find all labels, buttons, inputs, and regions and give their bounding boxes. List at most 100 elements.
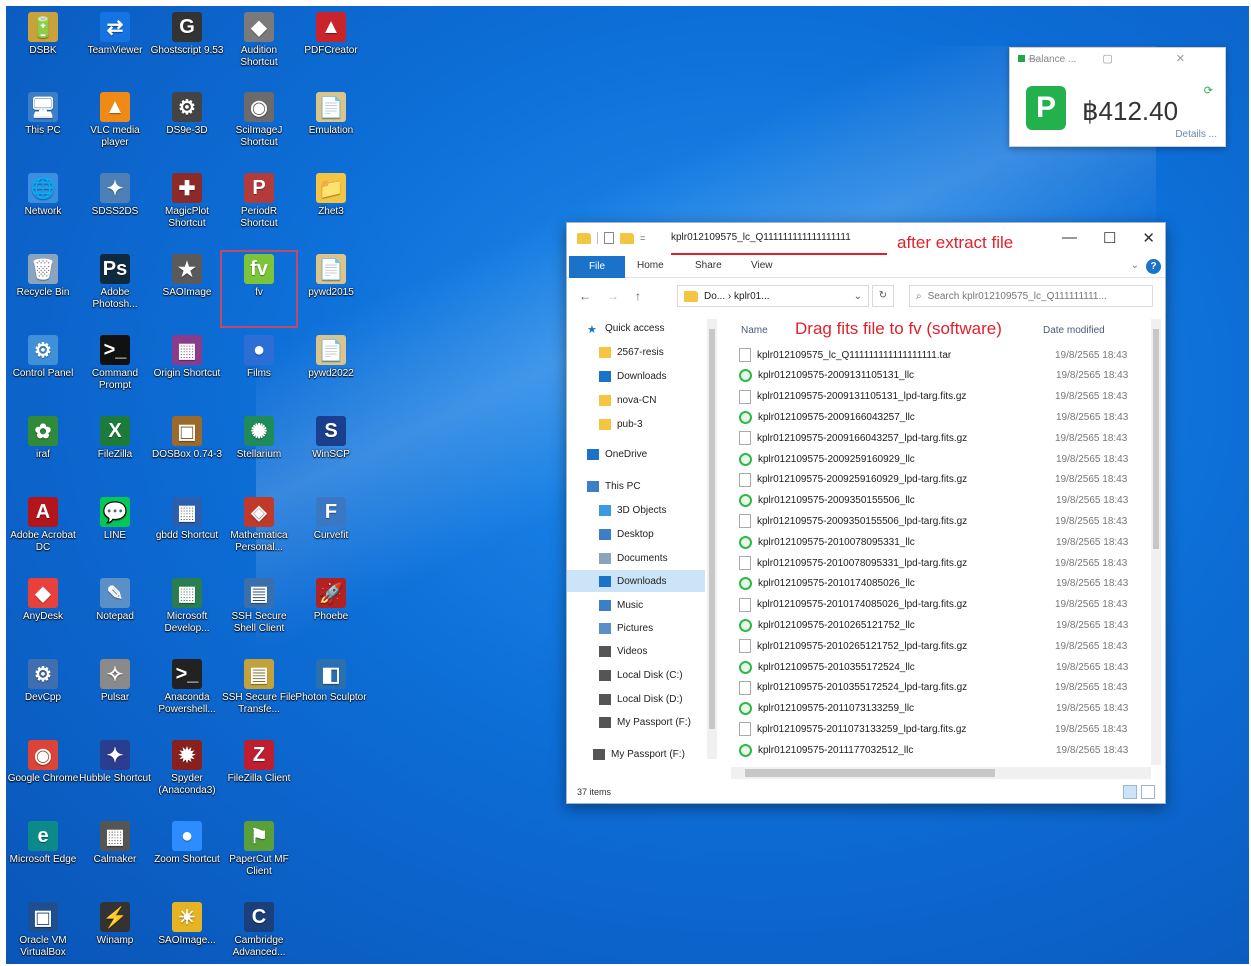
- h-scroll-thumb[interactable]: [745, 769, 995, 777]
- details-link[interactable]: Details ...: [1175, 129, 1217, 140]
- nav-item[interactable]: Local Disk (C:): [567, 664, 705, 686]
- desktop-icon[interactable]: F Curvefit: [292, 493, 370, 571]
- tab-view[interactable]: View: [751, 260, 773, 271]
- desktop-icon[interactable]: ⇄ TeamViewer: [76, 8, 154, 86]
- nav-item[interactable]: This PC: [567, 475, 705, 497]
- nav-item[interactable]: My Passport (F:): [567, 743, 705, 765]
- file-row[interactable]: kplr012109575-2009350155506_llc 19/8/2565…: [739, 491, 1139, 511]
- desktop-icon[interactable]: ✺ Stellarium: [220, 412, 298, 490]
- address-bar[interactable]: Do... › kplr01... ⌄: [677, 285, 869, 307]
- forward-button[interactable]: →: [607, 289, 619, 303]
- back-button[interactable]: ←: [579, 289, 591, 303]
- desktop-icon[interactable]: ▲ PDFCreator: [292, 8, 370, 86]
- file-row[interactable]: kplr012109575-2010265121752_lpd-targ.fit…: [739, 636, 1139, 656]
- desktop-icon[interactable]: 📁 Zhet3: [292, 169, 370, 247]
- desktop-icon[interactable]: A Adobe Acrobat DC: [6, 493, 82, 571]
- desktop-icon[interactable]: 🌐 Network: [6, 169, 82, 247]
- desktop-icon[interactable]: ✿ iraf: [6, 412, 82, 490]
- nav-scroll-thumb[interactable]: [709, 329, 715, 729]
- desktop-icon[interactable]: ● Films: [220, 331, 298, 409]
- nav-item[interactable]: Local Disk (D:): [567, 688, 705, 710]
- minimize-button[interactable]: —: [1062, 229, 1077, 247]
- desktop-icon[interactable]: ✎ Notepad: [76, 574, 154, 652]
- file-scroll-thumb[interactable]: [1153, 329, 1159, 549]
- desktop-icon[interactable]: ▦ Microsoft Develop...: [148, 574, 226, 652]
- file-row[interactable]: kplr012109575-2011073133259_llc 19/8/2565…: [739, 699, 1139, 719]
- customize-toolbar-icon[interactable]: =: [640, 233, 645, 243]
- desktop-icon[interactable]: S WinSCP: [292, 412, 370, 490]
- desktop-icon[interactable]: ⚙ Control Panel: [6, 331, 82, 409]
- tab-file[interactable]: File: [569, 256, 625, 278]
- horizontal-scrollbar[interactable]: [731, 767, 1151, 779]
- desktop-icon[interactable]: ● Zoom Shortcut: [148, 817, 226, 895]
- file-row[interactable]: kplr012109575-2010355172524_lpd-targ.fit…: [739, 678, 1139, 698]
- tab-home[interactable]: Home: [637, 260, 664, 271]
- help-icon[interactable]: ?: [1146, 259, 1161, 274]
- desktop-icon[interactable]: ✦ Hubble Shortcut: [76, 736, 154, 814]
- file-row[interactable]: kplr012109575_lc_Q111111111111111111.tar…: [739, 345, 1139, 365]
- nav-pane-scrollbar[interactable]: [707, 319, 717, 759]
- desktop-icon[interactable]: fv fv: [220, 250, 298, 328]
- desktop-icon[interactable]: ⚑ PaperCut MF Client: [220, 817, 298, 895]
- up-button[interactable]: ↑: [635, 289, 641, 303]
- desktop-icon[interactable]: ◆ Audition Shortcut: [220, 8, 298, 86]
- desktop-icon[interactable]: ⚙ DevCpp: [6, 655, 82, 733]
- close-button[interactable]: ✕: [1142, 229, 1155, 247]
- desktop-icon[interactable]: P PeriodR Shortcut: [220, 169, 298, 247]
- nav-item[interactable]: My Passport (F:): [567, 711, 705, 733]
- properties-icon[interactable]: [604, 232, 614, 244]
- file-row[interactable]: kplr012109575-2009131105131_llc 19/8/2565…: [739, 366, 1139, 386]
- column-date-modified[interactable]: Date modified: [1043, 325, 1105, 336]
- desktop-icon[interactable]: Z FileZilla Client: [220, 736, 298, 814]
- desktop-icon[interactable]: ▣ DOSBox 0.74-3: [148, 412, 226, 490]
- file-row[interactable]: kplr012109575-2009131105131_lpd-targ.fit…: [739, 387, 1139, 407]
- sync-icon[interactable]: ⟳: [1204, 84, 1213, 97]
- file-row[interactable]: kplr012109575-2010174085026_lpd-targ.fit…: [739, 595, 1139, 615]
- desktop-icon[interactable]: ⚙ DS9e-3D: [148, 88, 226, 166]
- desktop-icon[interactable]: >_ Anaconda Powershell...: [148, 655, 226, 733]
- desktop-icon[interactable]: 📄 pywd2022: [292, 331, 370, 409]
- desktop-icon[interactable]: ★ SAOImage: [148, 250, 226, 328]
- nav-item[interactable]: Desktop: [567, 523, 705, 545]
- file-row[interactable]: kplr012109575-2010265121752_llc 19/8/2565…: [739, 615, 1139, 635]
- desktop-icon[interactable]: ▲ VLC media player: [76, 88, 154, 166]
- desktop-icon[interactable]: ◉ SciImageJ Shortcut: [220, 88, 298, 166]
- details-view-button[interactable]: [1123, 785, 1137, 799]
- nav-item[interactable]: Downloads: [567, 365, 705, 387]
- desktop-icon[interactable]: ▦ gbdd Shortcut: [148, 493, 226, 571]
- desktop-icon[interactable]: e Microsoft Edge: [6, 817, 82, 895]
- ribbon-expand-icon[interactable]: ⌄: [1131, 260, 1139, 271]
- file-row[interactable]: kplr012109575-2010174085026_llc 19/8/2565…: [739, 574, 1139, 594]
- nav-item[interactable]: Pictures: [567, 617, 705, 639]
- search-input[interactable]: ⌕ Search kplr012109575_lc_Q111111111...: [909, 285, 1153, 307]
- file-row[interactable]: kplr012109575-2009166043257_lpd-targ.fit…: [739, 428, 1139, 448]
- nav-item[interactable]: ★ Quick access: [567, 317, 705, 339]
- file-list-scrollbar[interactable]: [1151, 319, 1161, 765]
- desktop-icon[interactable]: Ps Adobe Photosh...: [76, 250, 154, 328]
- file-row[interactable]: kplr012109575-2011177032512_llc 19/8/2565…: [739, 740, 1139, 760]
- large-icons-view-button[interactable]: [1141, 785, 1155, 799]
- nav-item[interactable]: Videos: [567, 640, 705, 662]
- tab-share[interactable]: Share: [695, 260, 722, 271]
- column-name[interactable]: Name: [741, 325, 768, 336]
- desktop-icon[interactable]: 🖥 This PC: [6, 88, 82, 166]
- file-row[interactable]: kplr012109575-2009259160929_llc 19/8/2565…: [739, 449, 1139, 469]
- desktop-icon[interactable]: ◉ Google Chrome: [6, 736, 82, 814]
- maximize-button[interactable]: ☐: [1103, 229, 1116, 247]
- desktop-icon[interactable]: ✧ Pulsar: [76, 655, 154, 733]
- nav-item[interactable]: nova-CN: [567, 389, 705, 411]
- desktop-icon[interactable]: 🔋 DSBK: [6, 8, 82, 86]
- desktop-icon[interactable]: ▦ Calmaker: [76, 817, 154, 895]
- file-row[interactable]: kplr012109575-2010078095331_llc 19/8/2565…: [739, 532, 1139, 552]
- desktop-icon[interactable]: ◈ Mathematica Personal...: [220, 493, 298, 571]
- desktop-icon[interactable]: ▦ Origin Shortcut: [148, 331, 226, 409]
- refresh-button[interactable]: ↻: [872, 285, 894, 307]
- file-row[interactable]: kplr012109575-2011073133259_lpd-targ.fit…: [739, 719, 1139, 739]
- desktop-icon[interactable]: 🗑 Recycle Bin: [6, 250, 82, 328]
- desktop-icon[interactable]: ▣ Oracle VM VirtualBox: [6, 898, 82, 964]
- desktop-icon[interactable]: 🚀 Phoebe: [292, 574, 370, 652]
- desktop-icon[interactable]: ✹ Spyder (Anaconda3): [148, 736, 226, 814]
- new-folder-icon[interactable]: [620, 232, 634, 244]
- desktop-icon[interactable]: ✚ MagicPlot Shortcut: [148, 169, 226, 247]
- desktop-icon[interactable]: C Cambridge Advanced...: [220, 898, 298, 964]
